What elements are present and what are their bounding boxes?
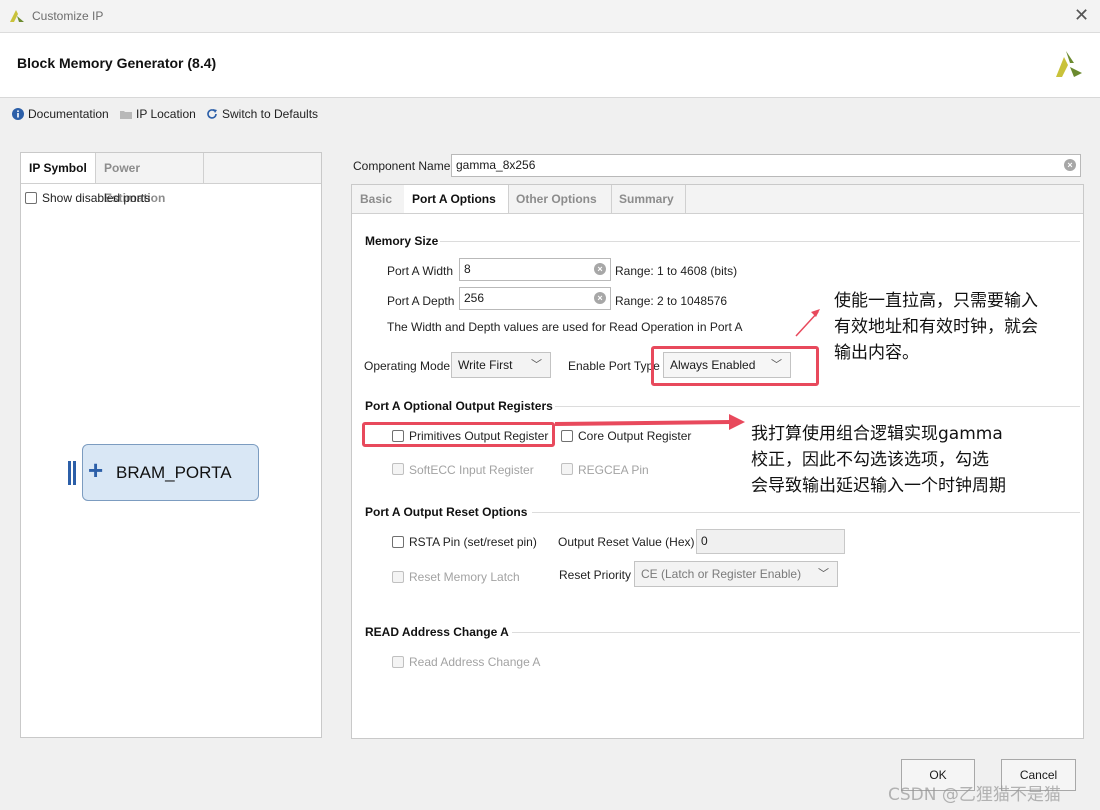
regcea-pin-label: REGCEA Pin	[578, 463, 649, 477]
component-name-value: gamma_8x256	[456, 158, 536, 172]
close-icon[interactable]: ✕	[1074, 5, 1089, 26]
reset-priority-value: CE (Latch or Register Enable)	[641, 567, 802, 581]
switch-defaults-link[interactable]: Switch to Defaults	[206, 107, 318, 121]
annotation-line: 校正，因此不勾选该选项，勾选	[751, 450, 989, 470]
plus-icon[interactable]: +	[88, 455, 103, 486]
memory-size-title: Memory Size	[365, 234, 439, 248]
page-title: Block Memory Generator (8.4)	[17, 55, 217, 71]
ip-location-link[interactable]: IP Location	[120, 107, 196, 121]
read-address-change-checkbox	[392, 656, 404, 668]
softecc-input-register-label: SoftECC Input Register	[409, 463, 534, 477]
regcea-pin-checkbox	[561, 463, 573, 475]
folder-icon	[120, 111, 132, 119]
annotation-line: 会导致输出延迟输入一个时钟周期	[751, 476, 1006, 496]
reset-priority-label: Reset Priority	[559, 568, 632, 582]
header: Block Memory Generator (8.4)	[0, 33, 1100, 98]
port-a-depth-label: Port A Depth	[387, 294, 455, 308]
left-tab-strip: IP Symbol Power Estimation	[21, 153, 321, 205]
show-disabled-ports-label: Show disabled ports	[42, 191, 151, 205]
ip-symbol-panel: IP Symbol Power Estimation Show disabled…	[20, 152, 322, 738]
clear-icon[interactable]: ×	[594, 263, 606, 275]
port-a-width-range: Range: 1 to 4608 (bits)	[615, 264, 738, 278]
show-disabled-ports-checkbox[interactable]	[25, 192, 37, 204]
arrow-annotation-2	[555, 414, 745, 430]
operating-mode-value: Write First	[458, 358, 513, 372]
watermark: CSDN @乙狸猫不是猫	[888, 785, 1061, 805]
reset-options-title: Port A Output Reset Options	[365, 505, 528, 519]
chevron-down-icon: ﹀	[531, 359, 542, 371]
softecc-input-register-checkbox	[392, 463, 404, 475]
divider	[555, 406, 1080, 407]
title-bar: Customize IP ✕	[0, 0, 1100, 33]
divider	[440, 241, 1080, 242]
reset-memory-latch-label: Reset Memory Latch	[409, 570, 520, 584]
window-title: Customize IP	[32, 9, 104, 23]
main-tab-strip: Basic Port A Options Other Options Summa…	[352, 185, 1083, 214]
enable-port-type-label: Enable Port Type	[568, 359, 660, 373]
ip-location-label: IP Location	[136, 107, 196, 121]
annotation-line: 输出内容。	[834, 343, 919, 363]
bus-bar-right	[73, 461, 76, 485]
enable-port-type-highlight	[651, 346, 819, 386]
rsta-pin-label: RSTA Pin (set/reset pin)	[409, 535, 537, 549]
switch-defaults-label: Switch to Defaults	[222, 107, 319, 121]
port-a-width-label: Port A Width	[387, 264, 454, 278]
output-reset-value: 0	[701, 534, 708, 548]
port-a-depth-value: 256	[464, 291, 485, 305]
port-a-depth-range: Range: 2 to 1048576	[615, 294, 728, 308]
info-icon	[12, 108, 24, 120]
bus-bar-left	[68, 461, 71, 485]
annotation-note-1: 使能一直拉高，只需要输入 有效地址和有效时钟，就会 输出内容。	[834, 288, 1096, 366]
operating-mode-select[interactable]: Write First ﹀	[451, 352, 551, 378]
optional-registers-title: Port A Optional Output Registers	[365, 399, 553, 413]
output-reset-value-label: Output Reset Value (Hex)	[558, 535, 695, 549]
refresh-icon	[207, 109, 217, 119]
port-a-depth-input[interactable]: 256 ×	[459, 287, 611, 310]
divider	[512, 632, 1080, 633]
reset-memory-latch-checkbox	[392, 571, 404, 583]
width-depth-note: The Width and Depth values are used for …	[387, 320, 743, 334]
annotation-note-2: 我打算使用组合逻辑实现gamma 校正，因此不勾选该选项，勾选 会导致输出延迟输…	[751, 421, 1096, 499]
documentation-link[interactable]: Documentation	[12, 107, 109, 121]
component-name-label: Component Name	[353, 159, 451, 173]
chevron-down-icon: ﹀	[818, 568, 829, 580]
read-address-title: READ Address Change A	[365, 625, 509, 639]
annotation-line: 有效地址和有效时钟，就会	[834, 317, 1038, 337]
port-a-width-value: 8	[464, 262, 471, 276]
bram-porta-block[interactable]: + BRAM_PORTA	[82, 444, 259, 501]
operating-mode-label: Operating Mode	[364, 359, 451, 373]
tab-port-a-options[interactable]: Port A Options	[404, 185, 509, 213]
output-reset-value-input[interactable]: 0	[696, 529, 845, 554]
component-name-input[interactable]: gamma_8x256 ×	[451, 154, 1081, 177]
annotation-line: 我打算使用组合逻辑实现gamma	[751, 424, 1003, 444]
read-address-change-label: Read Address Change A	[409, 655, 541, 669]
tab-other-options[interactable]: Other Options	[508, 185, 612, 213]
xilinx-logo-icon	[1056, 51, 1082, 77]
vivado-logo-icon	[10, 10, 24, 22]
bram-porta-label: BRAM_PORTA	[116, 463, 232, 482]
primitives-register-highlight	[362, 422, 555, 447]
clear-icon[interactable]: ×	[1064, 159, 1076, 171]
rsta-pin-checkbox[interactable]	[392, 536, 404, 548]
documentation-label: Documentation	[28, 107, 109, 121]
clear-icon[interactable]: ×	[594, 292, 606, 304]
port-a-width-input[interactable]: 8 ×	[459, 258, 611, 281]
tab-basic[interactable]: Basic	[352, 185, 405, 213]
tab-power-estimation[interactable]: Power Estimation	[95, 153, 204, 205]
reset-priority-select: CE (Latch or Register Enable) ﹀	[634, 561, 838, 587]
annotation-line: 使能一直拉高，只需要输入	[834, 291, 1038, 311]
tab-ip-symbol[interactable]: IP Symbol	[21, 153, 96, 183]
tab-summary[interactable]: Summary	[611, 185, 686, 213]
divider	[532, 512, 1080, 513]
